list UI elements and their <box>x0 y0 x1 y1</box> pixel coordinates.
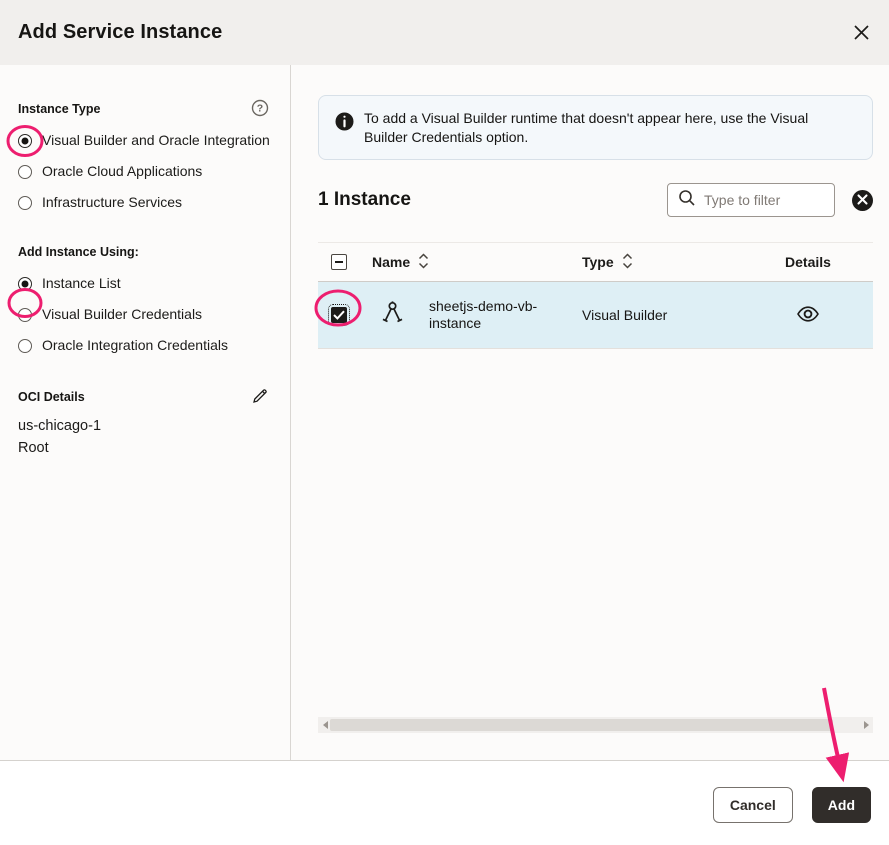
clear-filter-button[interactable] <box>852 190 873 211</box>
add-using-radio-instance-list[interactable]: Instance List <box>18 274 270 293</box>
dialog-footer: Cancel Add <box>0 760 889 845</box>
instance-type-radio-group: Visual Builder and Oracle Integration Or… <box>18 131 270 212</box>
sort-type-button[interactable] <box>622 253 633 272</box>
radio-selected-icon <box>18 277 32 291</box>
info-icon <box>335 112 354 146</box>
row-checkbox[interactable] <box>331 307 347 323</box>
radio-selected-icon <box>18 134 32 148</box>
horizontal-scrollbar[interactable] <box>318 717 873 733</box>
radio-label: Oracle Cloud Applications <box>42 162 202 181</box>
info-banner: To add a Visual Builder runtime that doe… <box>318 95 873 160</box>
instance-type-radio-oracle-cloud-apps[interactable]: Oracle Cloud Applications <box>18 162 270 181</box>
radio-unselected-icon <box>18 196 32 210</box>
add-service-instance-dialog: Add Service Instance Instance Type ? <box>0 0 889 845</box>
scroll-right-button[interactable] <box>859 717 873 733</box>
info-banner-text: To add a Visual Builder runtime that doe… <box>364 109 842 146</box>
cancel-button[interactable]: Cancel <box>713 787 793 823</box>
sort-name-button[interactable] <box>418 253 429 272</box>
help-icon: ? <box>251 99 269 120</box>
scroll-right-icon <box>864 721 869 729</box>
sidebar: Instance Type ? Visual Builder and Oracl… <box>0 65 291 760</box>
add-instance-using-label: Add Instance Using: <box>18 245 139 259</box>
clear-filter-icon <box>857 193 868 208</box>
column-header-details: Details <box>785 254 831 270</box>
filter-input[interactable] <box>704 192 814 208</box>
svg-text:?: ? <box>257 102 263 114</box>
scrollbar-thumb[interactable] <box>330 719 833 731</box>
dialog-header: Add Service Instance <box>0 0 889 65</box>
instance-type-radio-visual-builder[interactable]: Visual Builder and Oracle Integration <box>18 131 270 150</box>
instance-type-value: Visual Builder <box>560 307 743 323</box>
eye-icon <box>796 305 820 326</box>
visual-builder-compass-icon <box>382 301 403 330</box>
sort-chevrons-icon <box>622 253 633 272</box>
radio-label: Infrastructure Services <box>42 193 182 212</box>
instance-type-label: Instance Type <box>18 102 100 116</box>
oci-compartment-value: Root <box>18 440 270 456</box>
radio-unselected-icon <box>18 308 32 322</box>
sort-chevrons-icon <box>418 253 429 272</box>
add-button[interactable]: Add <box>812 787 871 823</box>
oci-details-label: OCI Details <box>18 390 85 404</box>
close-icon <box>853 24 870 41</box>
help-button[interactable]: ? <box>250 99 270 119</box>
oci-region-value: us-chicago-1 <box>18 418 270 434</box>
close-button[interactable] <box>847 19 875 47</box>
pencil-icon <box>251 387 269 408</box>
filter-search-box[interactable] <box>667 183 835 217</box>
radio-label: Visual Builder and Oracle Integration <box>42 131 270 150</box>
radio-label: Instance List <box>42 274 121 293</box>
table-header-row: Name Type <box>318 242 873 282</box>
instance-type-radio-infrastructure[interactable]: Infrastructure Services <box>18 193 270 212</box>
radio-unselected-icon <box>18 339 32 353</box>
radio-label: Oracle Integration Credentials <box>42 336 228 355</box>
radio-unselected-icon <box>18 165 32 179</box>
toolbar: 1 Instance <box>318 182 873 218</box>
add-using-radio-group: Instance List Visual Builder Credentials… <box>18 274 270 355</box>
column-header-name: Name <box>372 254 410 270</box>
main-panel: To add a Visual Builder runtime that doe… <box>291 65 889 760</box>
table-row[interactable]: sheetjs-demo-vb-instance Visual Builder <box>318 282 873 349</box>
radio-label: Visual Builder Credentials <box>42 305 202 324</box>
view-details-button[interactable] <box>794 303 822 328</box>
edit-oci-details-button[interactable] <box>250 387 270 407</box>
search-icon <box>678 189 696 212</box>
instance-count-heading: 1 Instance <box>318 189 411 211</box>
select-all-checkbox[interactable] <box>331 254 347 270</box>
instance-name: sheetjs-demo-vb-instance <box>429 298 553 332</box>
scroll-left-icon <box>323 721 328 729</box>
add-using-radio-vb-credentials[interactable]: Visual Builder Credentials <box>18 305 270 324</box>
add-using-radio-oi-credentials[interactable]: Oracle Integration Credentials <box>18 336 270 355</box>
instance-table: Name Type <box>318 242 873 349</box>
dialog-title: Add Service Instance <box>18 21 222 44</box>
column-header-type: Type <box>582 254 614 270</box>
